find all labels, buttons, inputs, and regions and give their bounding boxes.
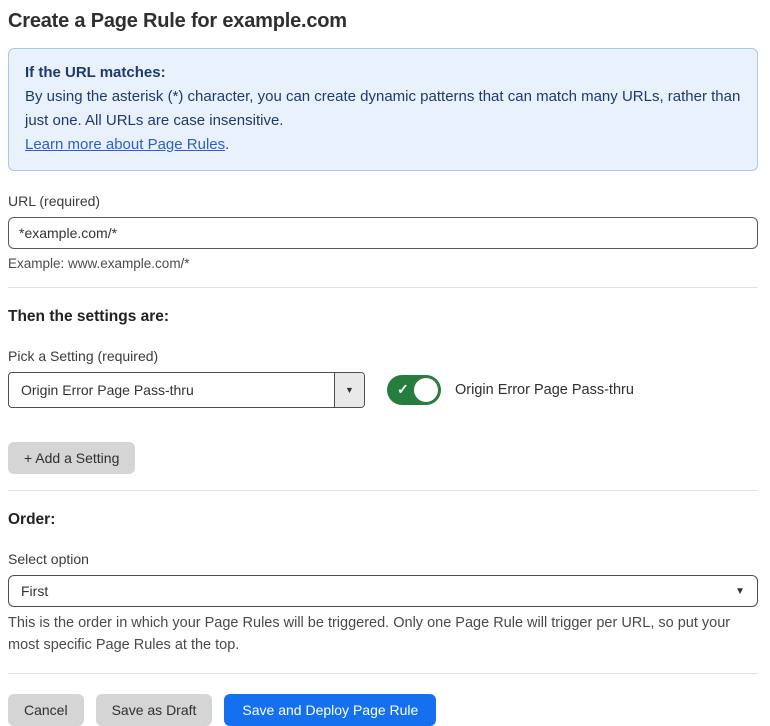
order-helper-text: This is the order in which your Page Rul… xyxy=(8,615,731,653)
settings-section-heading: Then the settings are: xyxy=(8,308,170,325)
pick-setting-label: Pick a Setting (required) xyxy=(8,348,159,364)
url-input[interactable] xyxy=(8,217,758,249)
url-matches-info-box: If the URL matches: By using the asteris… xyxy=(8,48,758,171)
info-box-body: By using the asterisk (*) character, you… xyxy=(25,88,741,129)
caret-down-icon: ▼ xyxy=(735,585,745,597)
toggle-label: Origin Error Page Pass-thru xyxy=(455,382,634,398)
caret-down-icon[interactable]: ▼ xyxy=(334,373,364,407)
url-example-helper: Example: www.example.com/* xyxy=(8,256,190,271)
info-box-heading: If the URL matches: xyxy=(25,64,166,81)
check-icon: ✓ xyxy=(397,381,409,398)
order-select[interactable]: First ▼ xyxy=(8,575,758,607)
divider xyxy=(8,672,758,674)
learn-more-link[interactable]: Learn more about Page Rules xyxy=(25,136,225,153)
select-option-label: Select option xyxy=(8,551,89,567)
url-field-label: URL (required) xyxy=(8,193,101,209)
origin-error-toggle[interactable]: ✓ xyxy=(387,375,441,405)
order-select-value: First xyxy=(21,583,49,599)
link-suffix: . xyxy=(225,136,230,153)
setting-picker-value: Origin Error Page Pass-thru xyxy=(21,382,194,398)
order-section-heading: Order: xyxy=(8,511,56,528)
toggle-knob xyxy=(413,377,439,403)
info-box-link-line: Learn more about Page Rules. xyxy=(25,133,741,157)
divider xyxy=(8,490,758,491)
setting-row: Origin Error Page Pass-thru ▼ ✓ Origin E… xyxy=(8,372,758,408)
page-title: Create a Page Rule for example.com xyxy=(8,10,347,32)
divider xyxy=(8,287,758,288)
add-setting-button[interactable]: + Add a Setting xyxy=(8,442,136,474)
setting-picker-dropdown[interactable]: Origin Error Page Pass-thru ▼ xyxy=(8,372,365,408)
